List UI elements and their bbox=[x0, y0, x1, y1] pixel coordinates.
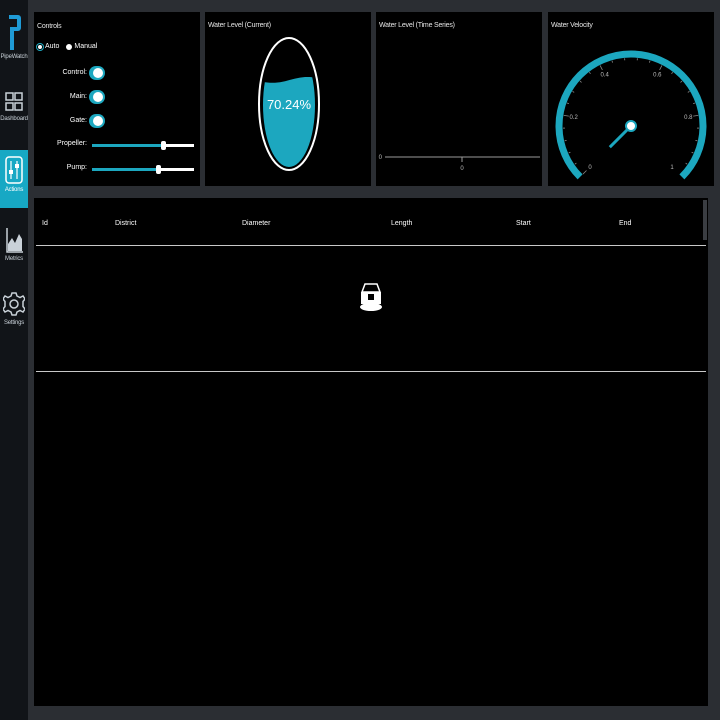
mode-radio-group: Auto Manual bbox=[37, 43, 102, 50]
radio-auto[interactable] bbox=[37, 43, 43, 50]
sliders-icon bbox=[5, 156, 23, 184]
toggle-row-main: Main: bbox=[34, 90, 200, 104]
table-body-divider bbox=[36, 371, 706, 372]
water-level-gauge: 70.24% bbox=[258, 37, 320, 171]
app-logo: PipeWatch bbox=[0, 12, 28, 60]
column-header-start[interactable]: Start bbox=[516, 220, 531, 227]
column-header-district[interactable]: District bbox=[115, 220, 136, 227]
radio-auto-label: Auto bbox=[45, 43, 60, 50]
column-header-id[interactable]: Id bbox=[42, 220, 48, 227]
gauge-tick-mark bbox=[692, 102, 696, 104]
x-axis-tick: 0 bbox=[460, 166, 464, 172]
water-level-current-panel: Water Level (Current) 70.24% bbox=[205, 12, 371, 186]
radio-manual[interactable] bbox=[66, 43, 73, 50]
table-scrollbar[interactable] bbox=[703, 200, 707, 240]
toggle-control[interactable] bbox=[89, 66, 105, 80]
water-velocity-panel: Water Velocity 0 0.2 0.4 0.6 0.8 1 bbox=[548, 12, 714, 186]
gauge-tick-label: 0.2 bbox=[570, 115, 579, 121]
nav-label-settings: Settings bbox=[3, 320, 25, 326]
gauge-tick-mark bbox=[649, 60, 651, 63]
gauge-tick-mark bbox=[659, 65, 663, 71]
gauge-tick-label: 0.8 bbox=[684, 115, 693, 121]
gauge-tick-mark bbox=[687, 91, 690, 93]
gauge-tick-label: 0.4 bbox=[601, 72, 610, 78]
gauge-tick-mark bbox=[579, 80, 582, 83]
water-level-series-panel: Water Level (Time Series) 0 0 bbox=[376, 12, 542, 186]
nav-label-actions: Actions bbox=[4, 187, 24, 193]
gauge-tick-mark bbox=[685, 162, 688, 165]
gauge-tick-mark bbox=[693, 115, 699, 117]
toggle-gate[interactable] bbox=[89, 114, 105, 128]
toggle-row-control: Control: bbox=[34, 66, 200, 80]
nav-item-settings[interactable]: Settings bbox=[0, 288, 28, 352]
toggle-gate-label: Gate: bbox=[69, 117, 87, 124]
water-level-value: 70.24% bbox=[267, 97, 312, 112]
column-header-length[interactable]: Length bbox=[391, 220, 412, 227]
gauge-tick-label: 1 bbox=[670, 165, 674, 171]
gauge-tick-mark bbox=[572, 91, 575, 93]
slider-row-pump: Pump: bbox=[34, 164, 200, 174]
toggle-main-label: Main: bbox=[69, 93, 87, 100]
header-divider bbox=[36, 245, 706, 246]
gauge-needle-hub bbox=[625, 120, 637, 132]
toggle-row-gate: Gate: bbox=[34, 114, 200, 128]
gauge-tick-label: 0.6 bbox=[653, 72, 662, 78]
nav-label-dashboard: Dashboard bbox=[0, 116, 28, 122]
slider-propeller-thumb[interactable] bbox=[161, 141, 167, 150]
y-axis-tick: 0 bbox=[379, 155, 383, 161]
gauge-tick-mark bbox=[599, 65, 603, 71]
slider-propeller-label: Propeller: bbox=[57, 140, 87, 147]
gauge-tick-mark bbox=[691, 151, 694, 154]
nav-item-actions[interactable]: Actions bbox=[0, 150, 28, 208]
gauge-tick-mark bbox=[588, 72, 591, 75]
empty-table-icon bbox=[360, 283, 382, 311]
toggle-control-label: Control: bbox=[62, 69, 87, 76]
nav-item-dashboard[interactable]: Dashboard bbox=[0, 86, 28, 150]
slider-pump[interactable] bbox=[92, 165, 194, 174]
toggle-main[interactable] bbox=[89, 90, 105, 104]
gauge-tick-mark bbox=[574, 162, 577, 165]
radio-manual-label: Manual bbox=[74, 43, 98, 50]
nav-label-metrics: Metrics bbox=[5, 256, 23, 262]
gauge-tick-mark bbox=[582, 170, 587, 175]
controls-title: Controls bbox=[37, 23, 62, 30]
pipe-logo-icon bbox=[9, 15, 21, 50]
water-velocity-gauge: 0 0.2 0.4 0.6 0.8 1 bbox=[555, 50, 707, 180]
app-name: PipeWatch bbox=[0, 54, 28, 60]
gauge-tick-mark bbox=[563, 115, 569, 117]
sidebar: PipeWatch Dashboard Actions Metrics Sett… bbox=[0, 0, 28, 720]
gauge-tick-mark bbox=[611, 60, 613, 63]
area-chart-icon bbox=[6, 228, 23, 253]
nav-item-metrics[interactable]: Metrics bbox=[0, 222, 28, 286]
water-level-series-chart: 0 0 bbox=[379, 155, 540, 172]
slider-pump-thumb[interactable] bbox=[156, 165, 162, 174]
slider-pump-label: Pump: bbox=[66, 164, 87, 171]
column-header-diameter[interactable]: Diameter bbox=[242, 220, 270, 227]
slider-row-propeller: Propeller: bbox=[34, 140, 200, 150]
gauge-tick-mark bbox=[566, 102, 570, 104]
gauge-tick-mark bbox=[568, 151, 571, 154]
column-header-end[interactable]: End bbox=[619, 220, 631, 227]
gear-icon bbox=[3, 292, 25, 316]
slider-propeller[interactable] bbox=[92, 141, 194, 150]
gauge-tick-mark bbox=[671, 72, 674, 75]
pipes-table: Id District Diameter Length Start End bbox=[34, 198, 708, 706]
controls-panel: Controls Auto Manual Control: Main: Gate… bbox=[34, 12, 200, 186]
grid-icon bbox=[5, 92, 23, 111]
gauge-tick-label: 0 bbox=[588, 165, 592, 171]
gauge-tick-mark bbox=[680, 80, 683, 83]
